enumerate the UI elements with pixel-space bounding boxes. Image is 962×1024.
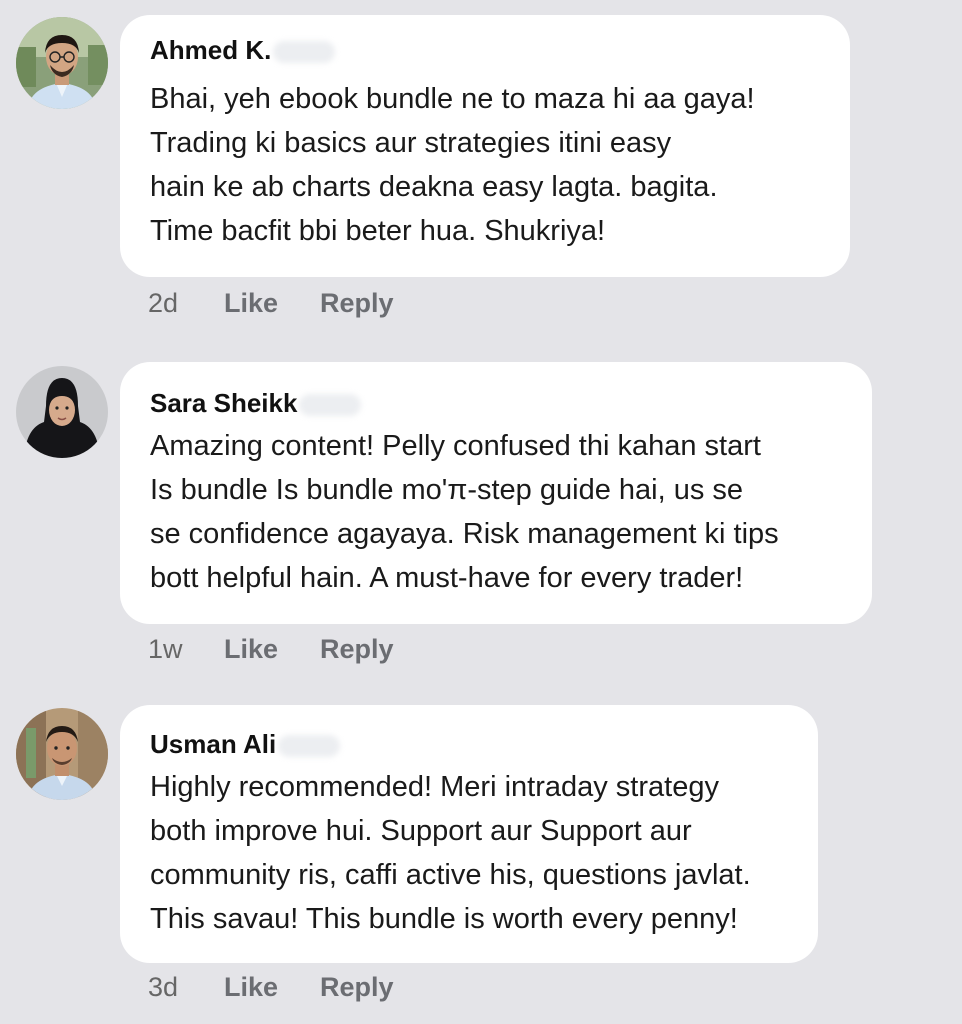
- comment-bubble: Ahmed K. Bhai, yeh ebook bundle ne to ma…: [120, 15, 850, 277]
- reply-button[interactable]: Reply: [320, 972, 394, 1003]
- comment-bubble: Sara Sheikk Amazing content! Pelly confu…: [120, 362, 872, 624]
- comment-text: Amazing content! Pelly confused thi kaha…: [150, 424, 779, 600]
- comment-actions: 3d Like Reply: [148, 972, 394, 1003]
- like-button[interactable]: Like: [224, 634, 320, 665]
- comment-line: both improve hui. Support aur Support au…: [150, 815, 692, 847]
- comment-line: se confidence agayaya. Risk management k…: [150, 518, 779, 550]
- comment-line: Amazing content! Pelly confused thi kaha…: [150, 430, 761, 462]
- blurred-surname: [273, 41, 336, 64]
- avatar-ahmed[interactable]: [16, 17, 108, 109]
- reply-button[interactable]: Reply: [320, 288, 394, 319]
- blurred-surname: [278, 735, 341, 758]
- comment-text: Bhai, yeh ebook bundle ne to maza hi aa …: [150, 77, 755, 253]
- comment-line: This savau! This bundle is worth every p…: [150, 903, 738, 935]
- comment-text: Highly recommended! Meri intraday strate…: [150, 765, 751, 941]
- timestamp[interactable]: 3d: [148, 972, 224, 1003]
- timestamp[interactable]: 2d: [148, 288, 224, 319]
- avatar-usman[interactable]: [16, 708, 108, 800]
- comment-line: Time bacfit bbi beter hua. Shukriya!: [150, 215, 606, 247]
- comment-line: Bhai, yeh ebook bundle ne to maza hi aa …: [150, 83, 755, 115]
- comment-line: Highly recommended! Meri intraday strate…: [150, 771, 719, 803]
- comment-actions: 2d Like Reply: [148, 288, 394, 319]
- comment-line: bott helpful hain. A must-have for every…: [150, 562, 744, 594]
- comment-line: Trading ki basics aur strategies itini e…: [150, 127, 672, 159]
- author-name[interactable]: Sara Sheikk: [150, 388, 297, 418]
- comment-line: Is bundle Is bundle mo'π-step guide hai,…: [150, 474, 744, 506]
- comment-bubble: Usman Ali Highly recommended! Meri intra…: [120, 705, 818, 963]
- comment-actions: 1w Like Reply: [148, 634, 394, 665]
- like-button[interactable]: Like: [224, 972, 320, 1003]
- author-name[interactable]: Ahmed K.: [150, 35, 271, 65]
- avatar-sara[interactable]: [16, 366, 108, 458]
- comment-line: community ris, caffi active his, questio…: [150, 859, 751, 891]
- comment-line: hain ke ab charts deakna easy lagta. bag…: [150, 171, 718, 203]
- timestamp[interactable]: 1w: [148, 634, 224, 665]
- like-button[interactable]: Like: [224, 288, 320, 319]
- reply-button[interactable]: Reply: [320, 634, 394, 665]
- author-name[interactable]: Usman Ali: [150, 729, 276, 759]
- blurred-surname: [299, 394, 362, 417]
